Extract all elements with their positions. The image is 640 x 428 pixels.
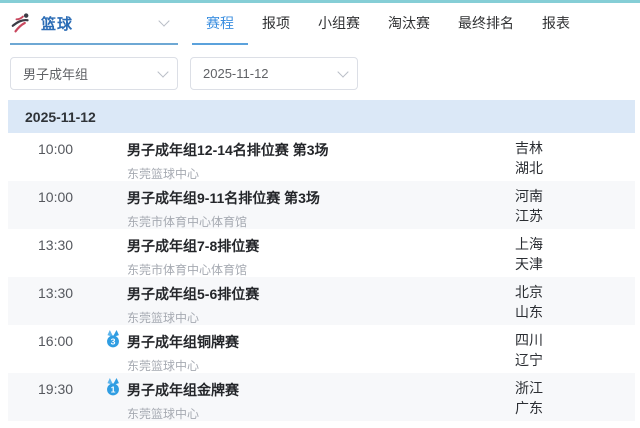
team-home: 四川 — [515, 330, 635, 350]
date-group-label: 2025-11-12 — [25, 109, 96, 125]
match-title: 男子成年组铜牌赛 — [127, 332, 515, 352]
match-venue: 东莞市体育中心体育馆 — [127, 213, 515, 230]
chevron-down-icon — [337, 66, 348, 77]
tab-final-ranking[interactable]: 最终排名 — [444, 3, 528, 45]
medal-1-icon: 1 — [105, 378, 121, 397]
group-select[interactable]: 男子成年组 — [10, 57, 178, 90]
schedule-page: 篮球 赛程报项小组赛淘汰赛最终排名报表 男子成年组 2025-11-12 202… — [0, 0, 640, 428]
match-title: 男子成年组12-14名排位赛 第3场 — [127, 140, 515, 160]
group-select-value: 男子成年组 — [23, 64, 88, 83]
team-away: 辽宁 — [515, 350, 635, 370]
team-away: 天津 — [515, 254, 635, 274]
schedule-row[interactable]: 13:30 男子成年组5-6排位赛 东莞篮球中心 北京 山东 — [8, 277, 635, 325]
team-home: 浙江 — [515, 378, 635, 398]
filter-bar: 男子成年组 2025-11-12 — [10, 57, 358, 90]
chevron-down-icon — [157, 66, 168, 77]
schedule-row[interactable]: 10:00 男子成年组9-11名排位赛 第3场 东莞市体育中心体育馆 河南 江苏 — [8, 181, 635, 229]
date-select-value: 2025-11-12 — [203, 66, 269, 81]
schedule-row[interactable]: 13:30 男子成年组7-8排位赛 东莞市体育中心体育馆 上海 天津 — [8, 229, 635, 277]
match-venue: 东莞市体育中心体育馆 — [127, 261, 515, 278]
match-venue: 东莞篮球中心 — [127, 357, 515, 374]
svg-text:3: 3 — [111, 337, 116, 347]
match-venue: 东莞篮球中心 — [127, 309, 515, 326]
schedule-row[interactable]: 16:00 3 男子成年组铜牌赛 东莞篮球中心 四川 辽宁 — [8, 325, 635, 373]
match-time: 13:30 — [8, 277, 105, 325]
team-away: 广东 — [515, 398, 635, 418]
match-venue: 东莞篮球中心 — [127, 405, 515, 422]
basketball-pictogram-icon — [10, 11, 34, 35]
tab-knockout[interactable]: 淘汰赛 — [374, 3, 444, 45]
match-time: 16:00 — [8, 325, 105, 373]
team-away: 湖北 — [515, 158, 635, 178]
tab-entries[interactable]: 报项 — [248, 3, 304, 45]
match-time: 19:30 — [8, 373, 105, 421]
tabs: 赛程报项小组赛淘汰赛最终排名报表 — [192, 3, 584, 45]
svg-text:1: 1 — [111, 385, 116, 395]
date-select[interactable]: 2025-11-12 — [190, 57, 358, 90]
schedule-list: 10:00 男子成年组12-14名排位赛 第3场 东莞篮球中心 吉林 湖北 10… — [8, 133, 635, 421]
tab-schedule[interactable]: 赛程 — [192, 3, 248, 45]
match-title: 男子成年组金牌赛 — [127, 380, 515, 400]
match-title: 男子成年组5-6排位赛 — [127, 284, 515, 304]
top-navigation: 篮球 赛程报项小组赛淘汰赛最终排名报表 — [0, 3, 640, 45]
match-title: 男子成年组7-8排位赛 — [127, 236, 515, 256]
tab-reports[interactable]: 报表 — [528, 3, 584, 45]
sport-select[interactable]: 篮球 — [10, 3, 178, 45]
tab-group-stage[interactable]: 小组赛 — [304, 3, 374, 45]
schedule-row[interactable]: 19:30 1 男子成年组金牌赛 东莞篮球中心 浙江 广东 — [8, 373, 635, 421]
match-title: 男子成年组9-11名排位赛 第3场 — [127, 188, 515, 208]
match-time: 10:00 — [8, 181, 105, 229]
match-time: 13:30 — [8, 229, 105, 277]
match-time: 10:00 — [8, 133, 105, 181]
team-home: 北京 — [515, 282, 635, 302]
team-away: 江苏 — [515, 206, 635, 226]
date-group-header: 2025-11-12 — [8, 100, 635, 133]
team-away: 山东 — [515, 302, 635, 322]
match-venue: 东莞篮球中心 — [127, 165, 515, 182]
schedule-row[interactable]: 10:00 男子成年组12-14名排位赛 第3场 东莞篮球中心 吉林 湖北 — [8, 133, 635, 181]
sport-select-label: 篮球 — [41, 13, 73, 34]
chevron-down-icon — [158, 15, 169, 26]
team-home: 吉林 — [515, 138, 635, 158]
team-home: 河南 — [515, 186, 635, 206]
medal-3-icon: 3 — [105, 330, 121, 349]
team-home: 上海 — [515, 234, 635, 254]
